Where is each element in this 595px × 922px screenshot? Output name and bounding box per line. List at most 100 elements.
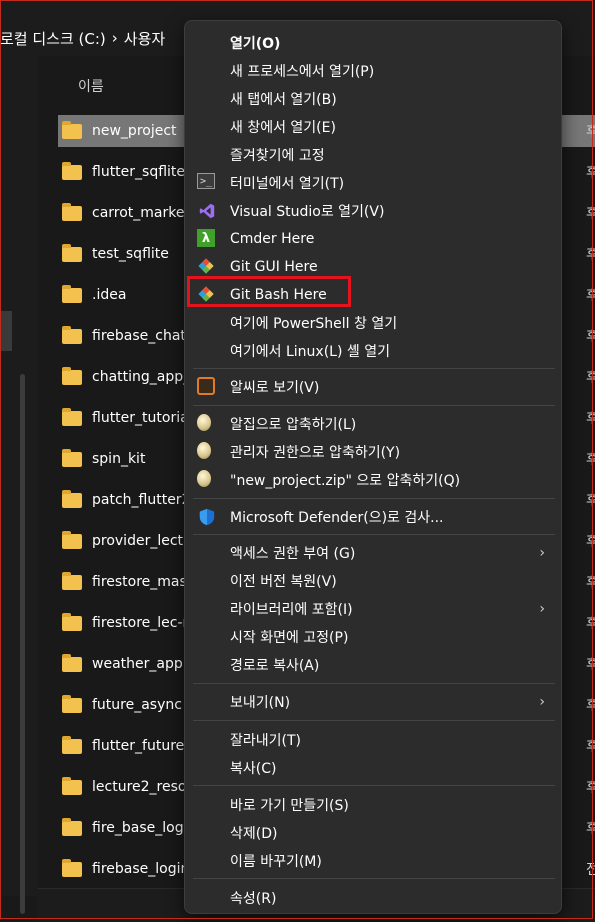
nav-scrollbar[interactable] [20,374,25,914]
navigation-pane [0,56,38,914]
menu-item-pin-favorites[interactable]: 즐겨찾기에 고정 [185,141,561,169]
breadcrumb-separator: › [111,29,118,47]
file-date: 후 1 [586,411,595,427]
menu-item-powershell[interactable]: 여기에 PowerShell 창 열기 [185,309,561,337]
folder-icon [62,530,82,549]
menu-item-restore-version[interactable]: 이전 버전 복원(V) [185,567,561,595]
menu-separator [193,534,555,535]
menu-item-alzip[interactable]: 알집으로 압축하기(L) [185,410,561,438]
terminal-icon: >_ [197,173,215,189]
menu-label: 경로로 복사(A) [230,658,320,674]
file-name: weather_app [92,656,183,672]
highlight-annotation [187,276,351,307]
menu-separator [193,878,555,879]
visual-studio-icon [197,201,217,221]
file-name: spin_kit [92,451,146,467]
folder-icon [62,489,82,508]
file-name: new_project [92,123,177,139]
chevron-right-icon: › [539,545,545,561]
file-date: 후 1 [586,329,595,345]
file-date: 후 7 [586,698,595,714]
menu-item-defender[interactable]: Microsoft Defender(으)로 검사... [185,503,561,531]
menu-label: 즐겨찾기에 고정 [230,148,325,164]
file-date: 후 1 [586,534,595,550]
menu-label: 이름 바꾸기(M) [230,854,322,870]
menu-item-open-new-process[interactable]: 새 프로세스에서 열기(P) [185,57,561,85]
menu-item-send-to[interactable]: 보내기(N) › [185,688,561,716]
folder-icon [62,202,82,221]
menu-item-open[interactable]: 열기(O) [185,29,561,57]
menu-item-alzip-admin[interactable]: 관리자 권한으로 압축하기(Y) [185,438,561,466]
file-date: 후 3 [586,247,595,263]
file-date: 전 8 [586,862,595,878]
menu-item-open-visual-studio[interactable]: Visual Studio로 열기(V) [185,197,561,225]
menu-item-open-terminal[interactable]: >_ 터미널에서 열기(T) [185,169,561,197]
folder-icon [62,448,82,467]
file-name: chatting_app_f [92,369,196,385]
folder-icon [62,571,82,590]
defender-shield-icon [197,507,217,527]
menu-item-copy[interactable]: 복사(C) [185,754,561,782]
column-header-name[interactable]: 이름 [78,76,104,96]
folder-icon [62,817,82,836]
menu-item-include-library[interactable]: 라이브러리에 포함(I) › [185,595,561,623]
file-date: 후 1 [586,657,595,673]
menu-item-pin-start[interactable]: 시작 화면에 고정(P) [185,623,561,651]
chevron-right-icon: › [539,601,545,617]
folder-icon [62,694,82,713]
file-date: 후 7 [586,739,595,755]
menu-label: 새 프로세스에서 열기(P) [230,64,375,80]
nav-selected-item[interactable] [0,311,12,351]
menu-separator [193,683,555,684]
file-date: 후 1 [586,370,595,386]
folder-icon [62,653,82,672]
file-name: lecture2_resop [92,779,196,795]
folder-icon [62,735,82,754]
menu-label: 이전 버전 복원(V) [230,574,337,590]
menu-label: 관리자 권한으로 압축하기(Y) [230,445,401,461]
menu-label: 열기(O) [230,36,281,52]
file-date: 후 1 [586,206,595,222]
menu-label: 새 창에서 열기(E) [230,120,336,136]
alzip-icon [197,470,211,487]
menu-label: 알씨로 보기(V) [230,380,320,396]
menu-item-cut[interactable]: 잘라내기(T) [185,726,561,754]
menu-separator [193,720,555,721]
file-name: carrot_market_ [92,205,197,221]
menu-label: 여기에서 Linux(L) 셸 열기 [230,344,390,360]
menu-separator [193,405,555,406]
menu-item-alsee[interactable]: 알씨로 보기(V) [185,373,561,401]
file-date: 후 2 [586,124,595,140]
menu-label: 삭제(D) [230,826,278,842]
menu-item-alzip-named[interactable]: "new_project.zip" 으로 압축하기(Q) [185,466,561,494]
menu-label: Visual Studio로 열기(V) [230,204,385,220]
menu-separator [193,785,555,786]
menu-item-create-shortcut[interactable]: 바로 가기 만들기(S) [185,791,561,819]
breadcrumb-drive[interactable]: 로컬 디스크 (C:) [0,28,106,49]
file-name: firebase_chat_l [92,328,197,344]
file-date: 후 8 [586,288,595,304]
menu-label: 새 탭에서 열기(B) [230,92,337,108]
folder-icon [62,284,82,303]
menu-item-open-new-tab[interactable]: 새 탭에서 열기(B) [185,85,561,113]
menu-item-open-new-window[interactable]: 새 창에서 열기(E) [185,113,561,141]
menu-item-delete[interactable]: 삭제(D) [185,819,561,847]
menu-item-grant-access[interactable]: 액세스 권한 부여 (G) › [185,539,561,567]
menu-label: 속성(R) [230,891,277,907]
folder-icon [62,325,82,344]
menu-item-properties[interactable]: 속성(R) [185,884,561,912]
menu-item-rename[interactable]: 이름 바꾸기(M) [185,847,561,875]
file-date: 후 1 [586,493,595,509]
alzip-icon [197,414,211,431]
menu-label: 여기에 PowerShell 창 열기 [230,316,398,332]
menu-label: 알집으로 압축하기(L) [230,417,357,433]
menu-item-cmder[interactable]: λ Cmder Here [185,225,561,253]
file-name: .idea [92,287,127,303]
menu-item-copy-path[interactable]: 경로로 복사(A) [185,651,561,679]
menu-label: Microsoft Defender(으)로 검사... [230,510,444,526]
menu-item-linux-shell[interactable]: 여기에서 Linux(L) 셸 열기 [185,337,561,365]
breadcrumb-folder[interactable]: 사용자 [124,28,165,49]
file-name: firebase_login1 [92,861,199,877]
git-icon [197,257,215,275]
folder-icon [62,243,82,262]
